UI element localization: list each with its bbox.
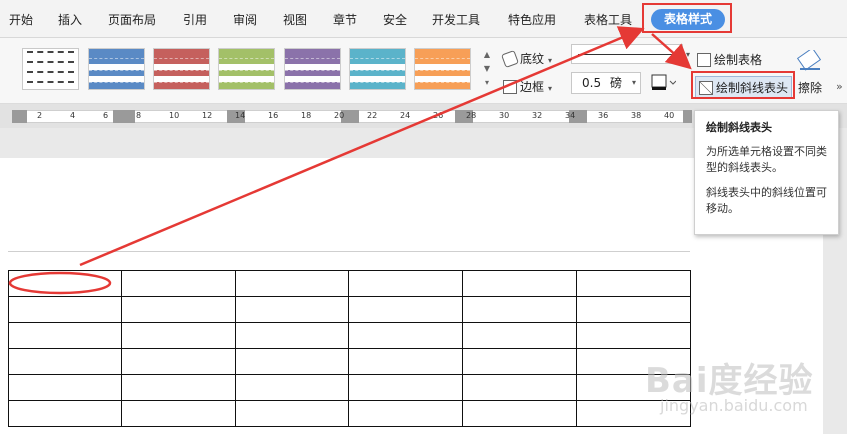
annotation-arrow-long bbox=[79, 26, 645, 267]
annotation-arrow-short bbox=[651, 33, 692, 70]
watermark-url: jingyan.baidu.com bbox=[660, 396, 808, 415]
annotation-ellipse bbox=[8, 271, 112, 295]
watermark: Bai度经验 bbox=[645, 361, 814, 401]
